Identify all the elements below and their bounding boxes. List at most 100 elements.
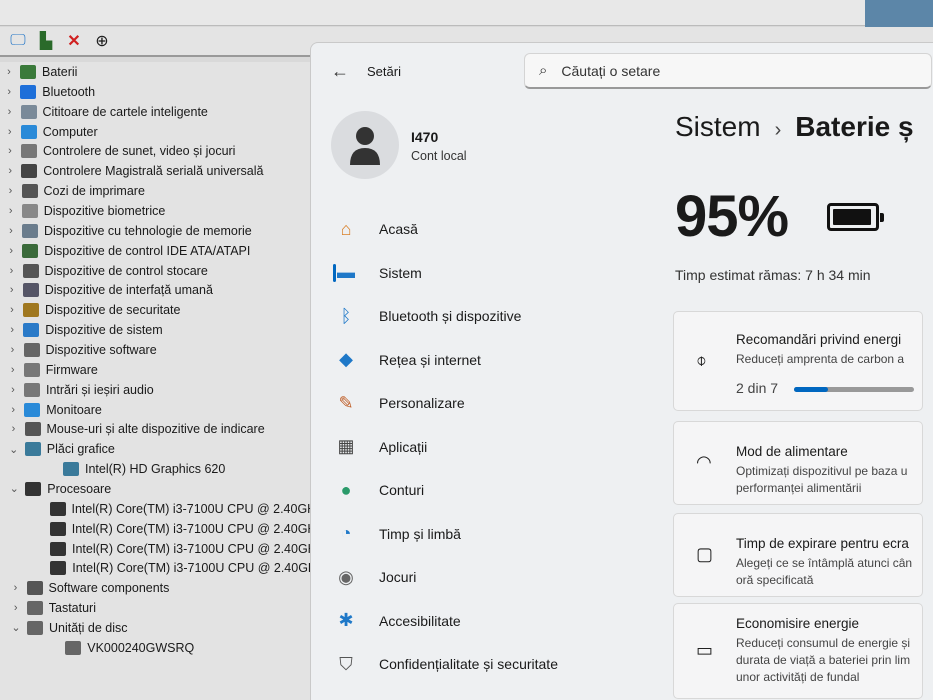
device-category-icon	[21, 184, 38, 199]
tree-item[interactable]: › Baterii	[0, 62, 315, 82]
chevron-right-icon[interactable]: ›	[6, 364, 20, 376]
nav-item[interactable]: ✎ Personalizare	[333, 385, 633, 421]
download-icon[interactable]: ⊕	[92, 31, 112, 51]
tree-item[interactable]: ⌄ Unități de disc	[0, 618, 315, 638]
nav-item-label: Rețea și internet	[379, 351, 481, 368]
nav-item[interactable]: ⛉ Confidențialitate și securitate	[333, 646, 633, 682]
tree-item-label: Dispozitive software	[45, 342, 157, 357]
breadcrumb: Sistem › Baterie ș	[675, 111, 914, 143]
tree-item[interactable]: › Cititoare de cartele inteligente	[0, 102, 315, 122]
tree-item[interactable]: › Bluetooth	[0, 82, 315, 102]
chevron-right-icon[interactable]: ›	[7, 423, 21, 435]
page-title: Baterie ș	[795, 111, 914, 142]
search-input[interactable]: ⌕ Căutați o setare	[524, 53, 932, 89]
nav-item[interactable]: ◆ Rețea și internet	[333, 342, 633, 378]
settings-title: Setări	[367, 64, 401, 79]
update-driver-icon[interactable]: ▙	[36, 31, 56, 51]
tree-item[interactable]: › Dispozitive de control stocare	[0, 261, 315, 281]
nav-item[interactable]: ● Conturi	[333, 472, 633, 508]
tree-item[interactable]: VK000240GWSRQ	[0, 638, 315, 658]
tree-item[interactable]: › Dispozitive de interfață umană	[0, 280, 315, 300]
nav-item[interactable]: ◉ Jocuri	[333, 559, 633, 595]
avatar[interactable]	[331, 111, 399, 179]
chevron-right-icon[interactable]: ›	[3, 165, 17, 177]
chevron-down-icon[interactable]: ⌄	[7, 482, 21, 495]
device-category-icon	[21, 164, 38, 179]
uninstall-icon[interactable]: ✕	[64, 31, 84, 51]
chevron-right-icon[interactable]: ›	[6, 344, 20, 356]
tree-item[interactable]: › Computer	[0, 122, 315, 142]
account-icon: ●	[340, 479, 352, 500]
chevron-right-icon[interactable]: ›	[5, 265, 19, 277]
tree-item[interactable]: › Dispozitive de control IDE ATA/ATAPI	[0, 241, 315, 261]
tree-item[interactable]: › Controlere de sunet, video și jocuri	[0, 141, 315, 161]
tree-item[interactable]: Intel(R) Core(TM) i3-7100U CPU @ 2.40GHz	[0, 539, 323, 559]
brush-icon: ✎	[338, 392, 354, 413]
device-category-icon	[20, 64, 36, 79]
chevron-right-icon[interactable]: ›	[4, 185, 18, 197]
settings-card[interactable]: ▭ Economisire energie Reduceți consumul de…	[673, 603, 923, 699]
tree-item[interactable]: Intel(R) HD Graphics 620	[0, 459, 315, 479]
device-category-icon	[24, 442, 41, 457]
tree-item[interactable]: › Dispozitive cu tehnologie de memorie	[0, 221, 315, 241]
leaf-icon: ⌽	[696, 350, 707, 370]
device-category-icon	[65, 640, 82, 655]
time-remaining: Timp estimat rămas: 7 h 34 min	[675, 267, 871, 283]
settings-card[interactable]: ▢ Timp de expirare pentru ecra Alegeți ce …	[673, 513, 923, 597]
breadcrumb-parent[interactable]: Sistem	[675, 111, 761, 142]
nav-item[interactable]: ▬ Sistem	[333, 255, 633, 291]
chevron-right-icon[interactable]: ›	[3, 145, 17, 157]
chevron-right-icon[interactable]: ›	[2, 86, 16, 98]
tree-item[interactable]: › Software components	[0, 578, 315, 598]
tree-item[interactable]: › Controlere Magistrală serială universal…	[0, 161, 315, 181]
back-arrow-icon[interactable]: ←	[331, 61, 349, 82]
chevron-down-icon[interactable]: ⌄	[7, 443, 21, 456]
tree-item[interactable]: › Firmware	[0, 360, 315, 380]
chevron-right-icon[interactable]: ›	[9, 582, 23, 594]
chevron-right-icon[interactable]: ›	[4, 225, 18, 237]
nav-item[interactable]: ▦ Aplicații	[333, 429, 633, 465]
monitor-icon[interactable]: 🖵	[8, 31, 28, 51]
chevron-right-icon[interactable]: ›	[3, 106, 17, 118]
card-title: Mod de alimentare	[736, 444, 848, 459]
tree-item[interactable]: Intel(R) Core(TM) i3-7100U CPU @ 2.40GHz	[0, 558, 323, 578]
nav-item[interactable]: ✱ Accesibilitate	[333, 603, 633, 639]
tree-item[interactable]: › Dispozitive biometrice	[0, 201, 315, 221]
nav-item[interactable]: ◔ Timp și limbă	[333, 516, 633, 552]
tree-item[interactable]: ⌄ Procesoare	[0, 479, 315, 499]
tree-item[interactable]: Intel(R) Core(TM) i3-7100U CPU @ 2.40GHz	[0, 519, 323, 539]
chevron-right-icon[interactable]: ›	[5, 284, 19, 296]
chevron-down-icon[interactable]: ⌄	[9, 621, 23, 634]
tree-item-label: Tastaturi	[48, 601, 96, 616]
chevron-right-icon[interactable]: ›	[4, 245, 18, 257]
tree-item-label: Intrări și ieșiri audio	[46, 382, 154, 397]
settings-card[interactable]: ◠ Mod de alimentare Optimizați dispozitivu…	[673, 421, 923, 505]
tree-item[interactable]: Intel(R) Core(TM) i3-7100U CPU @ 2.40GHz	[0, 499, 322, 519]
tree-item[interactable]: › Monitoare	[0, 400, 315, 420]
search-placeholder: Căutați o setare	[561, 62, 661, 79]
tree-item[interactable]: › Tastaturi	[0, 598, 315, 618]
card-description: durata de viață a bateriei prin lim	[736, 653, 911, 667]
chevron-right-icon[interactable]: ›	[6, 384, 20, 396]
tree-item[interactable]: › Dispozitive software	[0, 340, 315, 360]
chevron-right-icon[interactable]: ›	[5, 324, 19, 336]
settings-card[interactable]: ⌽ Recomandări privind energi Reduceți ampr…	[673, 311, 923, 411]
chevron-right-icon[interactable]: ›	[9, 602, 23, 614]
nav-item[interactable]: ᛒ Bluetooth și dispozitive	[333, 298, 633, 334]
tree-item[interactable]: › Mouse-uri și alte dispozitive de indica…	[0, 419, 315, 439]
tree-item-label: Bluetooth	[42, 84, 96, 99]
tree-item-label: Unități de disc	[49, 620, 128, 635]
tree-item[interactable]: › Dispozitive de securitate	[0, 300, 315, 320]
chevron-right-icon[interactable]: ›	[4, 205, 18, 217]
nav-item[interactable]: ⌂ Acasă	[333, 211, 633, 247]
chevron-right-icon[interactable]: ›	[2, 66, 16, 78]
tree-item[interactable]: › Cozi de imprimare	[0, 181, 315, 201]
tree-item[interactable]: › Dispozitive de sistem	[0, 320, 315, 340]
tree-item[interactable]: ⌄ Plăci grafice	[0, 439, 315, 459]
device-category-icon	[49, 521, 66, 536]
chevron-right-icon[interactable]: ›	[5, 304, 19, 316]
chevron-right-icon[interactable]: ›	[6, 404, 20, 416]
tree-item[interactable]: › Intrări și ieșiri audio	[0, 380, 315, 400]
nav-item-label: Accesibilitate	[379, 612, 461, 629]
chevron-right-icon[interactable]: ›	[3, 126, 17, 138]
